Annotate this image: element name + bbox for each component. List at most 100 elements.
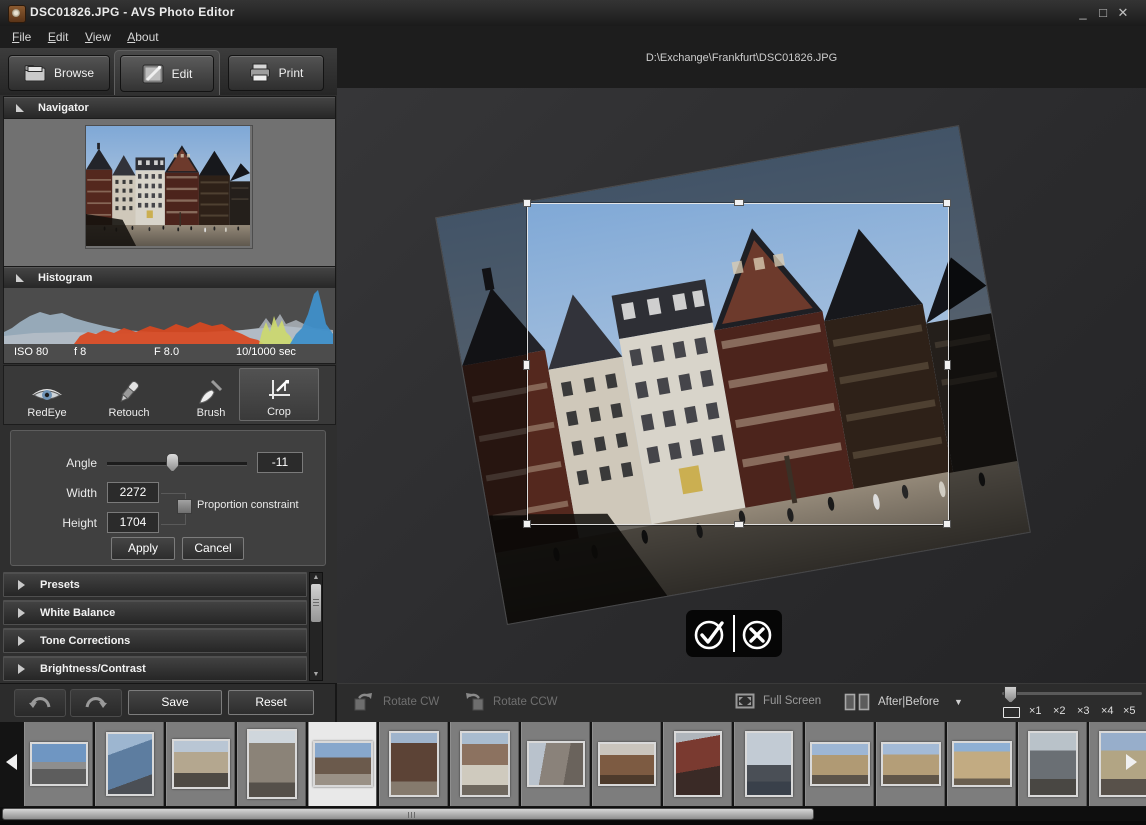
rotate-ccw-button[interactable]: Rotate CCW — [463, 693, 558, 711]
window-bottom-edge — [0, 821, 1146, 825]
undo-button[interactable] — [14, 689, 66, 717]
sidebar-scrollbar[interactable]: ▲ ▼ — [309, 572, 323, 681]
app-window: DSC01826.JPG - AVS Photo Editor _ □ ✕ Fi… — [0, 0, 1146, 825]
save-button[interactable]: Save — [128, 690, 222, 715]
proportion-constraint-checkbox[interactable] — [177, 499, 192, 514]
filmstrip-thumbnail[interactable] — [166, 722, 235, 806]
close-button[interactable]: ✕ — [1114, 4, 1132, 22]
redo-button[interactable] — [70, 689, 122, 717]
filmstrip-thumbnail[interactable] — [592, 722, 661, 806]
reset-button[interactable]: Reset — [228, 690, 314, 715]
menu-file[interactable]: File — [12, 30, 31, 44]
crop-handle-sw[interactable] — [523, 520, 531, 528]
maximize-button[interactable]: □ — [1094, 4, 1112, 22]
full-screen-button[interactable]: Full Screen — [735, 693, 821, 709]
rotate-cw-icon — [353, 693, 375, 711]
filmstrip-thumbnail[interactable] — [237, 722, 306, 806]
edit-button[interactable]: Edit — [120, 55, 214, 92]
filmstrip-thumbnail[interactable] — [947, 722, 1016, 806]
window-title: DSC01826.JPG - AVS Photo Editor — [30, 5, 235, 19]
zoom-slider-track[interactable] — [1002, 692, 1142, 695]
zoom-x4[interactable]: ×4 — [1101, 705, 1114, 717]
after-before-button[interactable]: After|Before — [844, 693, 939, 711]
after-before-dropdown-caret[interactable]: ▼ — [954, 697, 963, 707]
filmstrip-right-arrow[interactable] — [1126, 754, 1137, 770]
minimize-button[interactable]: _ — [1074, 4, 1092, 22]
filmstrip-thumbnail[interactable] — [734, 722, 803, 806]
title-bar: DSC01826.JPG - AVS Photo Editor _ □ ✕ — [0, 0, 1146, 27]
filmstrip-thumbnail[interactable] — [379, 722, 448, 806]
thumbnail-glass-building — [106, 732, 154, 796]
filmstrip-thumbnail[interactable] — [805, 722, 874, 806]
section-brightness-contrast[interactable]: Brightness/Contrast — [3, 656, 307, 681]
menu-bar: File Edit View About — [0, 26, 1146, 48]
crop-tool-button[interactable]: Crop — [239, 368, 319, 421]
sidebar: Navigator Histogram ISO 80 f 8 F 8.0 10/ — [0, 95, 339, 683]
navigator-thumbnail — [85, 125, 253, 249]
histogram-header[interactable]: Histogram — [3, 266, 336, 289]
fit-to-screen-icon[interactable] — [1003, 707, 1020, 718]
filmstrip-thumbnail[interactable] — [1018, 722, 1087, 806]
menu-about[interactable]: About — [127, 30, 158, 44]
undo-icon — [28, 695, 52, 711]
angle-slider-thumb[interactable] — [166, 453, 179, 472]
confirm-crop-button[interactable] — [691, 615, 729, 653]
thumbnail-facade — [527, 741, 585, 787]
print-button[interactable]: Print — [228, 55, 324, 91]
zoom-x1[interactable]: ×1 — [1029, 705, 1042, 717]
filmstrip-thumbnail[interactable] — [663, 722, 732, 806]
filmstrip-scrollbar-thumb[interactable] — [2, 808, 814, 820]
navigator-header[interactable]: Navigator — [3, 96, 336, 119]
scroll-up-arrow[interactable]: ▲ — [310, 573, 322, 583]
zoom-x2[interactable]: ×2 — [1053, 705, 1066, 717]
crop-handle-nw[interactable] — [523, 199, 531, 207]
angle-value-field[interactable]: -11 — [257, 452, 303, 473]
filmstrip-left-arrow[interactable] — [6, 754, 17, 770]
crop-handle-ne[interactable] — [943, 199, 951, 207]
thumbnail-timber-houses — [389, 731, 439, 797]
filmstrip-thumbnail[interactable] — [876, 722, 945, 806]
retouch-tool-button[interactable]: Retouch — [89, 368, 169, 421]
fnumber-value: F 8.0 — [154, 346, 179, 358]
zoom-slider-thumb[interactable] — [1004, 686, 1017, 703]
zoom-x5[interactable]: ×5 — [1123, 705, 1136, 717]
menu-edit[interactable]: Edit — [48, 30, 69, 44]
rotate-cw-button[interactable]: Rotate CW — [353, 693, 439, 711]
folder-icon — [24, 64, 46, 82]
crop-handle-s[interactable] — [734, 521, 744, 528]
scroll-down-arrow[interactable]: ▼ — [310, 670, 322, 680]
zoom-x3[interactable]: ×3 — [1077, 705, 1090, 717]
redeye-tool-button[interactable]: RedEye — [7, 368, 87, 421]
chevron-right-icon — [18, 636, 25, 646]
apply-button[interactable]: Apply — [111, 537, 175, 560]
section-tone-corrections[interactable]: Tone Corrections — [3, 628, 307, 653]
filmstrip-thumbnail-selected[interactable] — [308, 722, 377, 806]
scrollbar-thumb[interactable] — [311, 584, 321, 622]
filmstrip — [0, 722, 1146, 807]
menu-view[interactable]: View — [85, 30, 111, 44]
browse-button[interactable]: Browse — [8, 55, 110, 91]
filmstrip-thumbnail[interactable] — [95, 722, 164, 806]
cancel-button[interactable]: Cancel — [182, 537, 244, 560]
crop-handle-e[interactable] — [944, 360, 951, 370]
crop-confirm-bar — [686, 610, 782, 657]
section-presets[interactable]: Presets — [3, 572, 307, 597]
tools-row: RedEye Retouch Brush — [3, 365, 336, 425]
width-field[interactable]: 2272 — [107, 482, 159, 503]
collapse-triangle-icon — [16, 104, 24, 112]
cancel-crop-button[interactable] — [738, 615, 776, 653]
crop-handle-n[interactable] — [734, 199, 744, 206]
checkmark-icon — [691, 615, 729, 653]
filmstrip-thumbnail[interactable] — [24, 722, 93, 806]
section-white-balance[interactable]: White Balance — [3, 600, 307, 625]
filmstrip-thumbnail[interactable] — [1089, 722, 1146, 806]
crop-selection[interactable] — [527, 203, 949, 525]
filmstrip-thumbnail[interactable] — [450, 722, 519, 806]
filmstrip-thumbnail[interactable] — [521, 722, 590, 806]
paintbrush-icon — [198, 379, 224, 405]
height-field[interactable]: 1704 — [107, 512, 159, 533]
crop-handle-se[interactable] — [943, 520, 951, 528]
crop-handle-w[interactable] — [523, 360, 530, 370]
thumbnail-corner-building — [172, 739, 230, 789]
thumbnail-red-alley — [674, 731, 722, 797]
